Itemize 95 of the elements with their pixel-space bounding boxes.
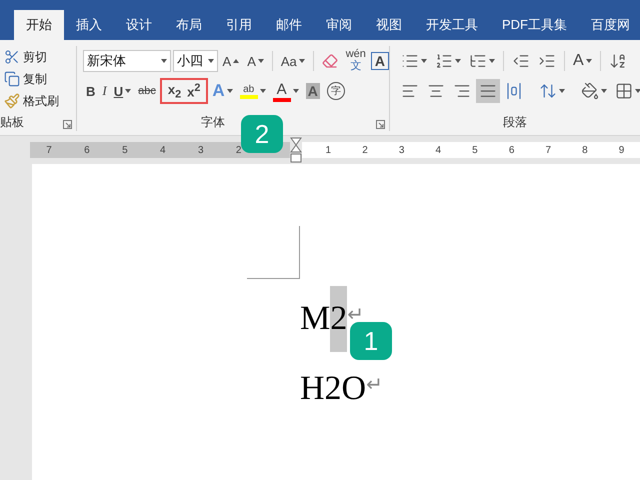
align-right-icon bbox=[453, 82, 471, 100]
ruler-number: 5 bbox=[122, 144, 128, 156]
indent-marker-icon[interactable] bbox=[290, 137, 302, 163]
caret-icon bbox=[208, 59, 214, 63]
ribbon-tab[interactable]: 布局 bbox=[164, 10, 214, 40]
callout-badge: 2 bbox=[241, 115, 283, 153]
ribbon-tab[interactable]: 插入 bbox=[64, 10, 114, 40]
caret-icon bbox=[298, 59, 305, 63]
document-text: 2 bbox=[330, 286, 348, 352]
pinyin-text: wén bbox=[346, 48, 366, 60]
ruler-number: 5 bbox=[472, 144, 478, 156]
scissors-icon bbox=[4, 49, 20, 65]
ribbon-tab[interactable]: 引用 bbox=[214, 10, 264, 40]
corner-mark bbox=[247, 226, 300, 279]
multilevel-list-icon bbox=[469, 52, 487, 70]
document-text: M bbox=[300, 299, 330, 339]
underline-button[interactable]: U bbox=[110, 79, 134, 103]
italic-button[interactable]: I bbox=[99, 79, 110, 103]
ribbon-tab[interactable]: 审阅 bbox=[314, 10, 364, 40]
caret-icon bbox=[292, 89, 299, 93]
highlight-button[interactable]: ab bbox=[236, 79, 269, 103]
caret-icon bbox=[601, 89, 607, 93]
cut-button[interactable]: 剪切 bbox=[0, 46, 76, 68]
font-name-dropdown[interactable]: 新宋体 bbox=[83, 50, 171, 72]
caret-icon bbox=[260, 89, 266, 93]
dialog-launcher-icon[interactable] bbox=[63, 120, 72, 129]
font-size-dropdown[interactable]: 小四 bbox=[172, 50, 218, 72]
ruler-number: 6 bbox=[84, 144, 90, 156]
borders-icon bbox=[615, 82, 633, 100]
ribbon-tab[interactable]: PDF工具集 bbox=[490, 10, 579, 40]
eraser-icon bbox=[322, 53, 338, 69]
caret-icon bbox=[258, 59, 264, 63]
strikethrough-button[interactable]: abc bbox=[135, 79, 159, 103]
superscript-button[interactable]: x$^{2}$ bbox=[184, 79, 204, 103]
ruler-number: 2 bbox=[236, 144, 242, 156]
group-label: 段落 bbox=[503, 114, 527, 131]
copy-icon bbox=[4, 71, 20, 87]
caret-icon bbox=[125, 89, 132, 93]
caret-icon bbox=[455, 59, 461, 63]
increase-indent-icon bbox=[538, 52, 556, 70]
caret-icon bbox=[635, 89, 640, 93]
align-center-icon bbox=[427, 82, 445, 100]
paragraph-mark-icon: ↵ bbox=[366, 372, 383, 396]
caret-icon bbox=[489, 59, 495, 63]
ruler-number: 2 bbox=[362, 144, 368, 156]
font-color-button[interactable]: A bbox=[270, 79, 302, 103]
shrink-font-button[interactable]: A bbox=[244, 49, 267, 73]
ruler-number: 7 bbox=[545, 144, 552, 156]
paint-bucket-icon bbox=[581, 82, 599, 100]
group-label: 字体 bbox=[201, 114, 225, 131]
ruler-number: 7 bbox=[46, 144, 52, 156]
caret-icon bbox=[226, 89, 233, 93]
justify-button[interactable] bbox=[476, 79, 500, 103]
ribbon-tab[interactable]: 邮件 bbox=[264, 10, 314, 40]
ruler-number: 3 bbox=[198, 144, 204, 156]
bullet-list-icon bbox=[401, 52, 419, 70]
hanzi-text: 文 bbox=[350, 60, 362, 72]
caret-icon bbox=[559, 89, 565, 93]
ribbon-tab[interactable]: 视图 bbox=[364, 10, 414, 40]
subscript-button[interactable]: x$_{2}$ bbox=[164, 79, 184, 103]
caret-icon bbox=[421, 59, 427, 63]
distribute-icon bbox=[505, 82, 523, 100]
ruler-number: 9 bbox=[618, 144, 624, 156]
change-case-button[interactable]: Aa bbox=[278, 49, 308, 73]
chinese-layout-button[interactable]: A bbox=[570, 49, 595, 73]
ruler-number: 1 bbox=[326, 144, 332, 156]
paintbrush-icon bbox=[4, 93, 20, 109]
document-text: H2O bbox=[300, 369, 366, 409]
ribbon-tab[interactable]: 开发工具 bbox=[414, 10, 490, 40]
ruler-number: 6 bbox=[508, 144, 514, 156]
align-left-icon bbox=[401, 82, 419, 100]
ruler-number: 4 bbox=[160, 144, 166, 156]
callout-badge: 1 bbox=[350, 322, 392, 360]
numbered-list-icon bbox=[435, 52, 453, 70]
decrease-indent-icon bbox=[512, 52, 530, 70]
ribbon-tab[interactable]: 设计 bbox=[114, 10, 164, 40]
phonetic-guide-button[interactable]: wén 文 bbox=[342, 48, 369, 74]
caret-icon bbox=[586, 59, 592, 63]
caret-icon bbox=[233, 59, 240, 63]
caret-icon bbox=[160, 59, 167, 63]
ribbon-tab[interactable]: 开始 bbox=[14, 10, 64, 40]
ribbon-tab[interactable]: 百度网 bbox=[579, 10, 640, 40]
group-label: 贴板 bbox=[0, 114, 24, 131]
justify-icon bbox=[479, 82, 497, 100]
bold-button[interactable]: B bbox=[83, 79, 98, 103]
sort-icon bbox=[608, 52, 627, 70]
dialog-launcher-icon[interactable] bbox=[376, 120, 385, 129]
ruler-number: 3 bbox=[398, 144, 404, 156]
character-border-button[interactable]: A bbox=[370, 52, 390, 70]
ruler-number: 8 bbox=[582, 144, 588, 156]
ruler-number: 4 bbox=[436, 144, 442, 156]
line-spacing-icon bbox=[539, 82, 557, 100]
painter-button[interactable]: 格式刷 bbox=[0, 90, 76, 112]
copy-button[interactable]: 复制 bbox=[0, 68, 76, 90]
grow-font-button[interactable]: A bbox=[220, 49, 242, 73]
